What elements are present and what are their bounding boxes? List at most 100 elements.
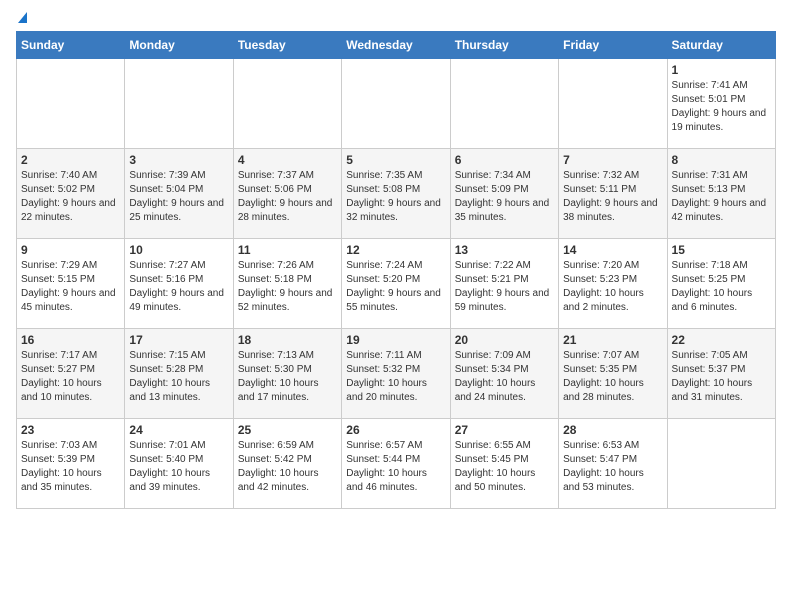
day-number: 4 [238, 153, 337, 167]
day-info: Sunrise: 7:07 AMSunset: 5:35 PMDaylight:… [563, 349, 662, 405]
calendar-header: SundayMondayTuesdayWednesdayThursdayFrid… [17, 32, 776, 59]
day-number: 27 [455, 423, 554, 437]
calendar-cell: 13 Sunrise: 7:22 AMSunset: 5:21 PMDayligh… [450, 239, 558, 329]
calendar-cell [17, 59, 125, 149]
day-number: 5 [346, 153, 445, 167]
calendar-cell: 2 Sunrise: 7:40 AMSunset: 5:02 PMDaylight… [17, 149, 125, 239]
week-row-0: 1Sunrise: 7:41 AMSunset: 5:01 PMDaylight… [17, 59, 776, 149]
calendar-cell: 27 Sunrise: 6:55 AMSunset: 5:45 PMDayligh… [450, 419, 558, 509]
calendar-cell [233, 59, 341, 149]
day-number: 21 [563, 333, 662, 347]
day-info: Sunrise: 7:41 AMSunset: 5:01 PMDaylight:… [672, 79, 771, 135]
day-info: Sunrise: 6:59 AMSunset: 5:42 PMDaylight:… [238, 439, 337, 495]
week-row-2: 9Sunrise: 7:29 AMSunset: 5:15 PMDaylight… [17, 239, 776, 329]
day-number: 13 [455, 243, 554, 257]
calendar-cell: 4 Sunrise: 7:37 AMSunset: 5:06 PMDaylight… [233, 149, 341, 239]
day-number: 16 [21, 333, 120, 347]
day-number: 20 [455, 333, 554, 347]
calendar-cell [125, 59, 233, 149]
day-number: 18 [238, 333, 337, 347]
day-info: Sunrise: 7:27 AMSunset: 5:16 PMDaylight:… [129, 259, 228, 315]
calendar-cell: 8 Sunrise: 7:31 AMSunset: 5:13 PMDaylight… [667, 149, 775, 239]
day-number: 12 [346, 243, 445, 257]
calendar-cell: 15 Sunrise: 7:18 AMSunset: 5:25 PMDayligh… [667, 239, 775, 329]
calendar-cell: 20 Sunrise: 7:09 AMSunset: 5:34 PMDayligh… [450, 329, 558, 419]
calendar-cell [559, 59, 667, 149]
calendar-cell: 6 Sunrise: 7:34 AMSunset: 5:09 PMDaylight… [450, 149, 558, 239]
day-info: Sunrise: 7:40 AMSunset: 5:02 PMDaylight:… [21, 169, 120, 225]
day-number: 28 [563, 423, 662, 437]
day-info: Sunrise: 7:05 AMSunset: 5:37 PMDaylight:… [672, 349, 771, 405]
day-number: 11 [238, 243, 337, 257]
calendar-cell: 7 Sunrise: 7:32 AMSunset: 5:11 PMDaylight… [559, 149, 667, 239]
header-day-tuesday: Tuesday [233, 32, 341, 59]
logo [16, 16, 27, 23]
day-number: 25 [238, 423, 337, 437]
calendar-cell: 23Sunrise: 7:03 AMSunset: 5:39 PMDayligh… [17, 419, 125, 509]
day-info: Sunrise: 7:20 AMSunset: 5:23 PMDaylight:… [563, 259, 662, 315]
calendar-cell: 12 Sunrise: 7:24 AMSunset: 5:20 PMDayligh… [342, 239, 450, 329]
day-info: Sunrise: 7:34 AMSunset: 5:09 PMDaylight:… [455, 169, 554, 225]
day-number: 14 [563, 243, 662, 257]
day-number: 10 [129, 243, 228, 257]
calendar-cell: 1Sunrise: 7:41 AMSunset: 5:01 PMDaylight… [667, 59, 775, 149]
day-info: Sunrise: 7:09 AMSunset: 5:34 PMDaylight:… [455, 349, 554, 405]
day-info: Sunrise: 7:32 AMSunset: 5:11 PMDaylight:… [563, 169, 662, 225]
day-info: Sunrise: 7:17 AMSunset: 5:27 PMDaylight:… [21, 349, 120, 405]
week-row-1: 2 Sunrise: 7:40 AMSunset: 5:02 PMDaylight… [17, 149, 776, 239]
calendar-cell: 25 Sunrise: 6:59 AMSunset: 5:42 PMDayligh… [233, 419, 341, 509]
day-info: Sunrise: 7:03 AMSunset: 5:39 PMDaylight:… [21, 439, 120, 495]
header-day-monday: Monday [125, 32, 233, 59]
calendar-cell: 26 Sunrise: 6:57 AMSunset: 5:44 PMDayligh… [342, 419, 450, 509]
day-info: Sunrise: 6:53 AMSunset: 5:47 PMDaylight:… [563, 439, 662, 495]
calendar-cell: 9Sunrise: 7:29 AMSunset: 5:15 PMDaylight… [17, 239, 125, 329]
day-info: Sunrise: 7:26 AMSunset: 5:18 PMDaylight:… [238, 259, 337, 315]
calendar-cell: 18 Sunrise: 7:13 AMSunset: 5:30 PMDayligh… [233, 329, 341, 419]
day-info: Sunrise: 7:31 AMSunset: 5:13 PMDaylight:… [672, 169, 771, 225]
day-info: Sunrise: 7:18 AMSunset: 5:25 PMDaylight:… [672, 259, 771, 315]
calendar-cell: 5 Sunrise: 7:35 AMSunset: 5:08 PMDaylight… [342, 149, 450, 239]
day-number: 17 [129, 333, 228, 347]
day-number: 19 [346, 333, 445, 347]
calendar-cell: 21 Sunrise: 7:07 AMSunset: 5:35 PMDayligh… [559, 329, 667, 419]
day-number: 8 [672, 153, 771, 167]
day-number: 15 [672, 243, 771, 257]
week-row-3: 16 Sunrise: 7:17 AMSunset: 5:27 PMDayligh… [17, 329, 776, 419]
calendar-cell: 19 Sunrise: 7:11 AMSunset: 5:32 PMDayligh… [342, 329, 450, 419]
header-row: SundayMondayTuesdayWednesdayThursdayFrid… [17, 32, 776, 59]
day-info: Sunrise: 7:24 AMSunset: 5:20 PMDaylight:… [346, 259, 445, 315]
calendar-cell: 11 Sunrise: 7:26 AMSunset: 5:18 PMDayligh… [233, 239, 341, 329]
day-info: Sunrise: 7:13 AMSunset: 5:30 PMDaylight:… [238, 349, 337, 405]
day-number: 2 [21, 153, 120, 167]
calendar-cell [667, 419, 775, 509]
day-number: 6 [455, 153, 554, 167]
day-info: Sunrise: 7:35 AMSunset: 5:08 PMDaylight:… [346, 169, 445, 225]
header-day-wednesday: Wednesday [342, 32, 450, 59]
calendar-cell: 22Sunrise: 7:05 AMSunset: 5:37 PMDayligh… [667, 329, 775, 419]
calendar-cell: 10 Sunrise: 7:27 AMSunset: 5:16 PMDayligh… [125, 239, 233, 329]
day-number: 9 [21, 243, 120, 257]
header-day-sunday: Sunday [17, 32, 125, 59]
day-info: Sunrise: 7:37 AMSunset: 5:06 PMDaylight:… [238, 169, 337, 225]
day-info: Sunrise: 6:55 AMSunset: 5:45 PMDaylight:… [455, 439, 554, 495]
day-number: 3 [129, 153, 228, 167]
header-day-saturday: Saturday [667, 32, 775, 59]
day-info: Sunrise: 7:01 AMSunset: 5:40 PMDaylight:… [129, 439, 228, 495]
day-number: 24 [129, 423, 228, 437]
day-number: 26 [346, 423, 445, 437]
page-header [16, 16, 776, 23]
calendar-cell: 24 Sunrise: 7:01 AMSunset: 5:40 PMDayligh… [125, 419, 233, 509]
header-day-thursday: Thursday [450, 32, 558, 59]
calendar-cell: 28 Sunrise: 6:53 AMSunset: 5:47 PMDayligh… [559, 419, 667, 509]
day-info: Sunrise: 6:57 AMSunset: 5:44 PMDaylight:… [346, 439, 445, 495]
day-number: 7 [563, 153, 662, 167]
day-info: Sunrise: 7:39 AMSunset: 5:04 PMDaylight:… [129, 169, 228, 225]
calendar-cell: 16 Sunrise: 7:17 AMSunset: 5:27 PMDayligh… [17, 329, 125, 419]
header-day-friday: Friday [559, 32, 667, 59]
calendar-cell [342, 59, 450, 149]
calendar-cell: 17Sunrise: 7:15 AMSunset: 5:28 PMDayligh… [125, 329, 233, 419]
day-info: Sunrise: 7:11 AMSunset: 5:32 PMDaylight:… [346, 349, 445, 405]
day-info: Sunrise: 7:22 AMSunset: 5:21 PMDaylight:… [455, 259, 554, 315]
calendar-body: 1Sunrise: 7:41 AMSunset: 5:01 PMDaylight… [17, 59, 776, 509]
calendar-cell: 14 Sunrise: 7:20 AMSunset: 5:23 PMDayligh… [559, 239, 667, 329]
